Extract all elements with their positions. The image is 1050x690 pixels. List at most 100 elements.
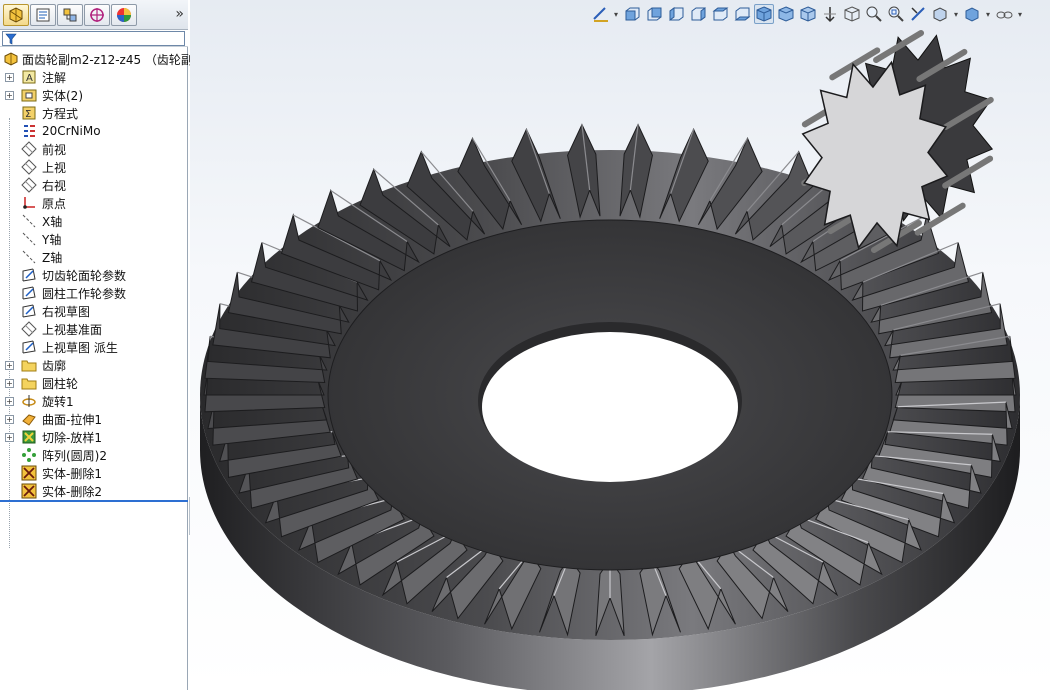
tree-item-label: 圆柱轮	[42, 376, 79, 391]
tree-item-label: 实体(2)	[42, 88, 83, 103]
configuration-icon	[63, 8, 77, 22]
revolve-icon	[21, 393, 37, 409]
expand-toggle[interactable]: +	[5, 396, 14, 406]
tree-item[interactable]: 上视	[0, 158, 188, 176]
feature-manager-panel: » 面齿轮副m2-z12-z45 （齿轮副 + A 注解 + 实体(2) Σ 方程式 20Cr…	[0, 0, 193, 690]
tree-item-label: 上视	[42, 160, 67, 175]
axis-icon	[21, 213, 37, 229]
delete-body-icon	[21, 483, 37, 499]
display-manager-tab[interactable]	[111, 4, 137, 26]
expand-toggle[interactable]: +	[5, 72, 14, 82]
tree-item-label: 上视草图 派生	[42, 340, 118, 355]
pinion-gear	[801, 30, 994, 253]
tree-item[interactable]: Y轴	[0, 230, 188, 248]
property-manager-tab[interactable]	[30, 4, 56, 26]
tree-item[interactable]: 右视草图	[0, 302, 188, 320]
tree-item[interactable]: + 曲面-拉伸1	[0, 410, 188, 428]
feature-tree: 面齿轮副m2-z12-z45 （齿轮副 + A 注解 + 实体(2) Σ 方程式 20CrNi…	[0, 50, 193, 548]
graphics-area[interactable]: ▾ ▾ ▾ ▾	[190, 0, 1050, 690]
tree-item[interactable]: + 实体(2)	[0, 86, 188, 104]
circular-pattern-icon	[21, 447, 37, 463]
tree-item[interactable]: 右视	[0, 176, 188, 194]
delete-body-icon	[21, 465, 37, 481]
tree-item-label: 切除-放样1	[42, 430, 102, 445]
part-icon	[3, 51, 19, 67]
feature-manager-tab[interactable]	[3, 4, 29, 26]
sketch-icon	[21, 339, 37, 355]
tree-item[interactable]: 实体-删除1	[0, 464, 188, 482]
solid-bodies-icon	[21, 87, 37, 103]
tree-item[interactable]: Z轴	[0, 248, 188, 266]
plane-icon	[21, 159, 37, 175]
tree-root-label: 面齿轮副m2-z12-z45 （齿轮副	[22, 52, 193, 67]
folder-icon	[21, 375, 37, 391]
target-icon	[90, 8, 104, 22]
tree-item-label: 阵列(圆周)2	[42, 448, 107, 463]
expand-toggle[interactable]: +	[5, 414, 14, 424]
tree-item[interactable]: 原点	[0, 194, 188, 212]
expand-toggle[interactable]: +	[5, 378, 14, 388]
property-icon	[36, 8, 50, 22]
axis-icon	[21, 231, 37, 247]
origin-icon	[21, 195, 37, 211]
tree-item-label: 注解	[42, 70, 67, 85]
tree-item-label: 旋转1	[42, 394, 74, 409]
tree-item[interactable]: 前视	[0, 140, 188, 158]
gear-model[interactable]	[190, 0, 1050, 690]
tree-item[interactable]: 阵列(圆周)2	[0, 446, 188, 464]
plane-icon	[21, 141, 37, 157]
tree-item-label: 切齿轮面轮参数	[42, 268, 127, 283]
tree-item-label: Y轴	[42, 232, 62, 247]
tree-item[interactable]: + 切除-放样1	[0, 428, 188, 446]
filter-row	[0, 30, 188, 47]
expand-toggle[interactable]: +	[5, 360, 14, 370]
tree-item[interactable]: 圆柱工作轮参数	[0, 284, 188, 302]
tree-scroll-separator	[0, 500, 188, 502]
center-hole	[482, 332, 738, 482]
axis-icon	[21, 249, 37, 265]
tree-item[interactable]: 上视基准面	[0, 320, 188, 338]
annotation-icon: A	[21, 69, 37, 85]
tree-item-label: 前视	[42, 142, 67, 157]
filter-icon	[5, 33, 17, 45]
svg-text:Σ: Σ	[25, 109, 31, 120]
dimxpert-tab[interactable]	[84, 4, 110, 26]
tree-item[interactable]: 实体-删除2	[0, 482, 188, 500]
manager-tab-bar: »	[0, 0, 188, 30]
folder-icon	[21, 357, 37, 373]
tree-item-label: 20CrNiMo	[42, 124, 101, 138]
tree-item[interactable]: Σ 方程式	[0, 104, 188, 122]
tree-item[interactable]: + A 注解	[0, 68, 188, 86]
expand-toggle[interactable]: +	[5, 90, 14, 100]
tree-item[interactable]: + 旋转1	[0, 392, 188, 410]
tree-item-label: 右视	[42, 178, 67, 193]
tree-root[interactable]: 面齿轮副m2-z12-z45 （齿轮副	[0, 50, 193, 68]
surface-extrude-icon	[21, 411, 37, 427]
configuration-manager-tab[interactable]	[57, 4, 83, 26]
tree-item-label: 实体-删除2	[42, 484, 102, 499]
tree-item[interactable]: X轴	[0, 212, 188, 230]
plane-icon	[21, 177, 37, 193]
tree-item-label: 实体-删除1	[42, 466, 102, 481]
expand-toggle[interactable]: +	[5, 432, 14, 442]
plane-icon	[21, 321, 37, 337]
tree-item[interactable]: 20CrNiMo	[0, 122, 188, 140]
tree-item[interactable]: + 齿廓	[0, 356, 188, 374]
more-tabs-button[interactable]: »	[175, 6, 184, 22]
material-icon	[21, 123, 37, 139]
tree-item[interactable]: + 圆柱轮	[0, 374, 188, 392]
cut-loft-icon	[21, 429, 37, 445]
tree-item[interactable]: 上视草图 派生	[0, 338, 188, 356]
tree-item-label: 上视基准面	[42, 322, 103, 337]
tree-item-label: 方程式	[42, 106, 79, 121]
sketch-icon	[21, 303, 37, 319]
svg-text:A: A	[26, 73, 33, 84]
tree-item-label: 原点	[42, 196, 67, 211]
sketch-icon	[21, 285, 37, 301]
filter-field[interactable]	[2, 31, 185, 46]
equation-icon: Σ	[21, 105, 37, 121]
tree-item-label: 圆柱工作轮参数	[42, 286, 127, 301]
tree-item[interactable]: 切齿轮面轮参数	[0, 266, 188, 284]
tree-item-label: X轴	[42, 214, 63, 229]
tree-item-label: Z轴	[42, 250, 63, 265]
